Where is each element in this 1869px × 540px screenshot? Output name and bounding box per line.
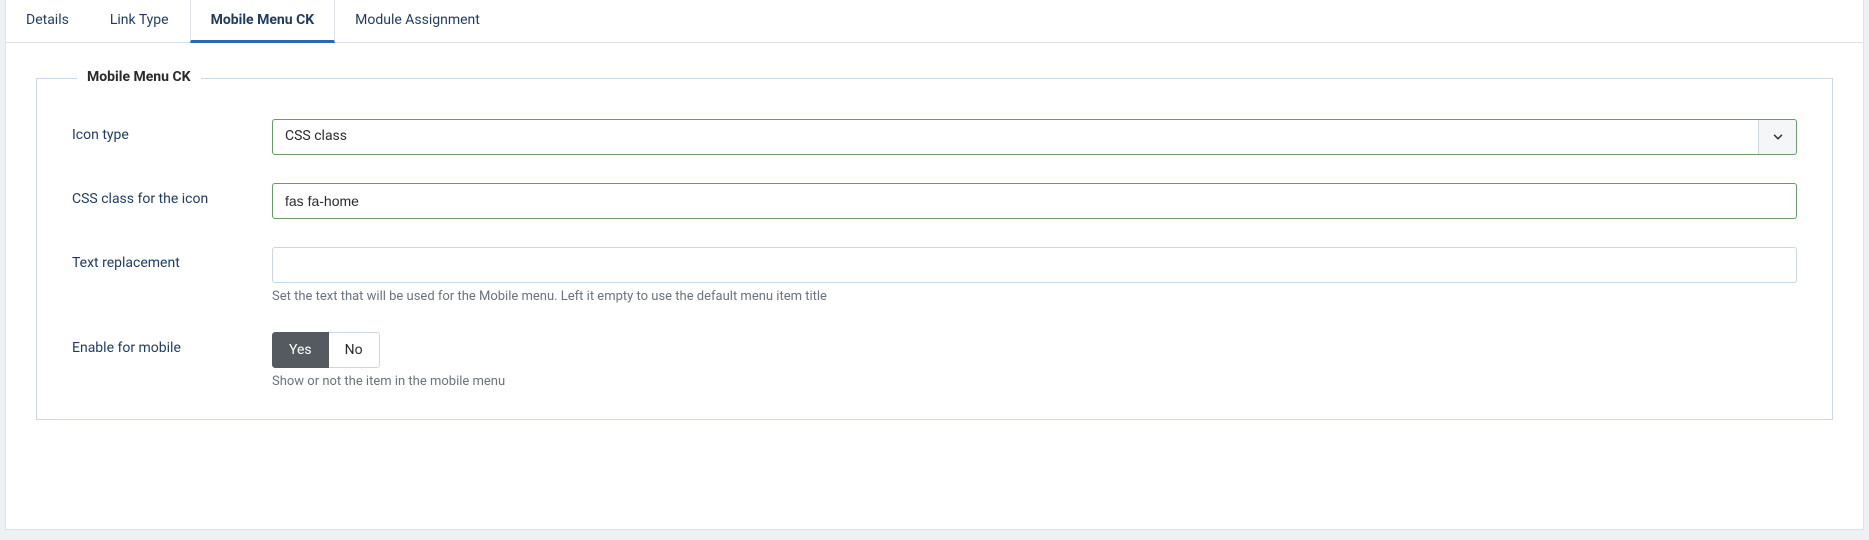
- toggle-yes[interactable]: Yes: [272, 332, 329, 368]
- tab-bar: Details Link Type Mobile Menu CK Module …: [6, 0, 1863, 43]
- tab-details[interactable]: Details: [6, 0, 90, 42]
- input-text-replacement[interactable]: [272, 247, 1797, 283]
- tab-module-assignment[interactable]: Module Assignment: [335, 0, 501, 42]
- tab-content: Mobile Menu CK Icon type CSS class CSS c…: [6, 43, 1863, 450]
- input-css-class[interactable]: [272, 183, 1797, 219]
- label-text-replacement: Text replacement: [72, 247, 272, 271]
- help-text-replacement: Set the text that will be used for the M…: [272, 289, 1797, 304]
- label-icon-type: Icon type: [72, 119, 272, 143]
- select-icon-type-value: CSS class: [273, 120, 1758, 154]
- tab-link-type[interactable]: Link Type: [90, 0, 190, 42]
- row-css-class: CSS class for the icon: [72, 183, 1797, 219]
- toggle-enable-mobile: Yes No: [272, 332, 380, 368]
- toggle-no[interactable]: No: [329, 332, 380, 368]
- tab-mobile-menu-ck[interactable]: Mobile Menu CK: [190, 0, 336, 43]
- mobile-menu-fieldset: Mobile Menu CK Icon type CSS class CSS c…: [36, 78, 1833, 420]
- chevron-down-icon: [1758, 120, 1796, 154]
- label-css-class: CSS class for the icon: [72, 183, 272, 207]
- settings-panel: Details Link Type Mobile Menu CK Module …: [5, 0, 1864, 530]
- row-enable-mobile: Enable for mobile Yes No Show or not the…: [72, 332, 1797, 389]
- row-text-replacement: Text replacement Set the text that will …: [72, 247, 1797, 304]
- help-enable-mobile: Show or not the item in the mobile menu: [272, 374, 1797, 389]
- fieldset-legend: Mobile Menu CK: [77, 69, 201, 85]
- select-icon-type[interactable]: CSS class: [272, 119, 1797, 155]
- row-icon-type: Icon type CSS class: [72, 119, 1797, 155]
- label-enable-mobile: Enable for mobile: [72, 332, 272, 356]
